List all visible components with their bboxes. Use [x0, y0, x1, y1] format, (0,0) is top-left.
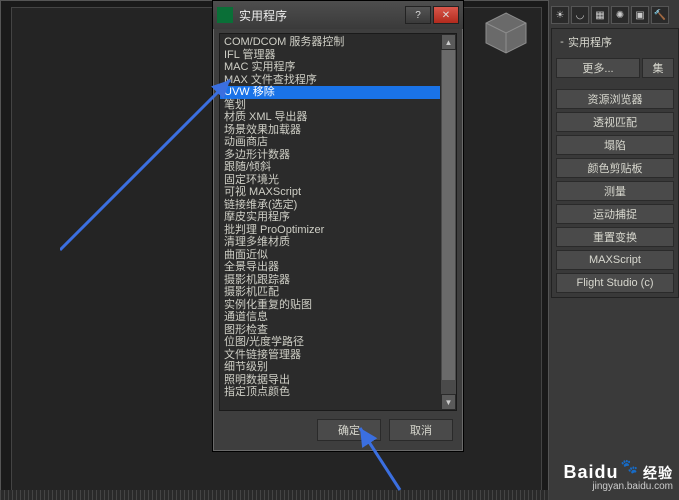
- timeline[interactable]: [0, 490, 549, 500]
- panel-btn-0[interactable]: 资源浏览器: [556, 89, 674, 109]
- panel-btn-7[interactable]: MAXScript: [556, 250, 674, 270]
- list-item[interactable]: MAC 实用程序: [220, 61, 456, 74]
- close-button[interactable]: ✕: [433, 6, 459, 24]
- utilities-dialog: 实用程序 ? ✕ COM/DCOM 服务器控制IFL 管理器MAC 实用程序MA…: [212, 0, 464, 452]
- collapse-icon[interactable]: -: [556, 36, 568, 48]
- app-icon: [217, 7, 233, 23]
- list-item[interactable]: 可视 MAXScript: [220, 186, 456, 199]
- list-item[interactable]: 实例化重复的贴图: [220, 299, 456, 312]
- grid-icon[interactable]: ▦: [591, 6, 609, 24]
- list-item[interactable]: 照明数据导出: [220, 374, 456, 387]
- utilities-listbox[interactable]: COM/DCOM 服务器控制IFL 管理器MAC 实用程序MAX 文件查找程序U…: [219, 33, 457, 411]
- list-item[interactable]: 图形检查: [220, 324, 456, 337]
- panel-header[interactable]: - 实用程序: [556, 33, 674, 51]
- watermark: Baidu🐾经验 jingyan.baidu.com: [564, 458, 673, 492]
- scroll-up-icon[interactable]: ▲: [441, 34, 456, 50]
- paw-icon: 🐾: [621, 458, 639, 475]
- cancel-button[interactable]: 取消: [389, 419, 453, 441]
- list-item[interactable]: 通道信息: [220, 311, 456, 324]
- list-item[interactable]: 清理多维材质: [220, 236, 456, 249]
- list-item[interactable]: UVW 移除: [220, 86, 456, 99]
- list-item[interactable]: 固定环境光: [220, 174, 456, 187]
- globe-icon[interactable]: ✺: [611, 6, 629, 24]
- utilities-panel: - 实用程序 更多... 集 资源浏览器 透视匹配 塌陷 颜色剪贴板 测量 运动…: [551, 28, 679, 298]
- list-item[interactable]: 摄影机匹配: [220, 286, 456, 299]
- list-item[interactable]: 细节级别: [220, 361, 456, 374]
- help-button[interactable]: ?: [405, 6, 431, 24]
- scroll-thumb[interactable]: [442, 50, 455, 380]
- arc-icon[interactable]: ◡: [571, 6, 589, 24]
- scrollbar[interactable]: ▲ ▼: [440, 34, 456, 410]
- list-item[interactable]: 文件链接管理器: [220, 349, 456, 362]
- panel-btn-8[interactable]: Flight Studio (c): [556, 273, 674, 293]
- dialog-title: 实用程序: [239, 7, 405, 24]
- panel-btn-4[interactable]: 测量: [556, 181, 674, 201]
- list-item[interactable]: COM/DCOM 服务器控制: [220, 36, 456, 49]
- list-item[interactable]: MAX 文件查找程序: [220, 74, 456, 87]
- panel-btn-3[interactable]: 颜色剪贴板: [556, 158, 674, 178]
- panel-btn-2[interactable]: 塌陷: [556, 135, 674, 155]
- list-item[interactable]: 笔划: [220, 99, 456, 112]
- hammer-icon[interactable]: 🔨: [651, 6, 669, 24]
- list-item[interactable]: 摄影机跟踪器: [220, 274, 456, 287]
- list-item[interactable]: 链接维承(选定): [220, 199, 456, 212]
- watermark-suffix: 经验: [643, 465, 673, 481]
- ok-button[interactable]: 确定: [317, 419, 381, 441]
- panel-btn-5[interactable]: 运动捕捉: [556, 204, 674, 224]
- list-item[interactable]: 摩皮实用程序: [220, 211, 456, 224]
- top-toolbar: ☀ ◡ ▦ ✺ ▣ 🔨: [551, 6, 669, 24]
- viewcube[interactable]: [482, 9, 530, 57]
- scroll-down-icon[interactable]: ▼: [441, 394, 456, 410]
- set-button[interactable]: 集: [642, 58, 674, 78]
- camera-icon[interactable]: ▣: [631, 6, 649, 24]
- list-item[interactable]: 材质 XML 导出器: [220, 111, 456, 124]
- list-item[interactable]: 位图/光度学路径: [220, 336, 456, 349]
- panel-btn-1[interactable]: 透视匹配: [556, 112, 674, 132]
- dialog-titlebar[interactable]: 实用程序 ? ✕: [213, 1, 463, 29]
- list-item[interactable]: IFL 管理器: [220, 49, 456, 62]
- more-button[interactable]: 更多...: [556, 58, 640, 78]
- sun-icon[interactable]: ☀: [551, 6, 569, 24]
- watermark-brand: Baidu: [564, 462, 619, 482]
- list-item[interactable]: 场景效果加载器: [220, 124, 456, 137]
- panel-btn-6[interactable]: 重置变换: [556, 227, 674, 247]
- list-item[interactable]: 多边形计数器: [220, 149, 456, 162]
- list-item[interactable]: 跟随/倾斜: [220, 161, 456, 174]
- list-item[interactable]: 批判理 ProOptimizer: [220, 224, 456, 237]
- list-item[interactable]: 曲面近似: [220, 249, 456, 262]
- list-item[interactable]: 指定顶点颜色: [220, 386, 456, 399]
- panel-title: 实用程序: [568, 34, 612, 50]
- list-item[interactable]: 全景导出器: [220, 261, 456, 274]
- list-item[interactable]: 动画商店: [220, 136, 456, 149]
